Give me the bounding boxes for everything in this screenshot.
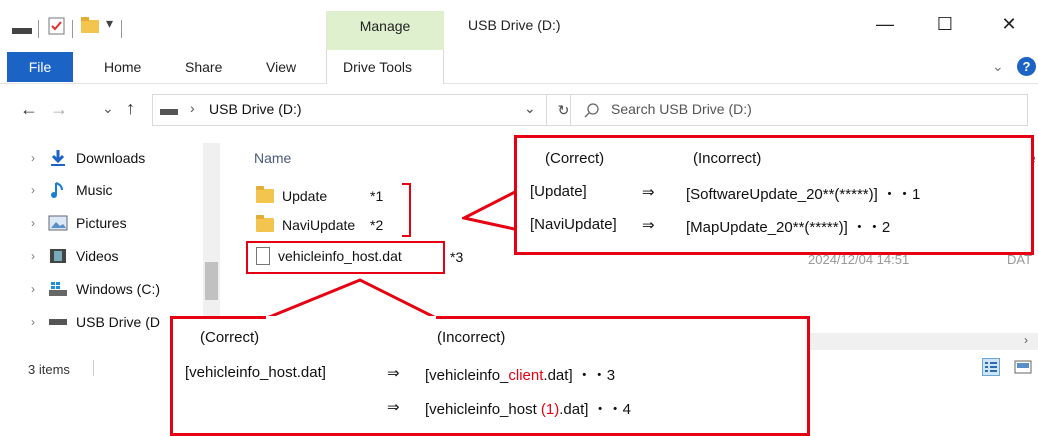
chevron-right-icon[interactable]: › [22, 183, 44, 197]
breadcrumb-usb-drive[interactable]: USB Drive (D:) [209, 101, 302, 117]
nav-label: Downloads [76, 150, 146, 166]
callout-top-join [517, 174, 523, 216]
bracket-shape [402, 183, 411, 237]
separator [93, 360, 94, 376]
callout-bottom-row1-incorrect: [vehicleinfo_client.dat] ・・3 [425, 364, 615, 385]
tab-file[interactable]: File [7, 52, 73, 82]
back-button[interactable]: ← [20, 99, 38, 120]
drive-icon [12, 28, 32, 34]
column-header-name[interactable]: Name [254, 150, 291, 166]
details-view-icon[interactable] [982, 358, 1000, 376]
nav-item-windows-c[interactable]: › Windows (C:) [0, 274, 210, 304]
download-arrow-icon [46, 149, 70, 167]
maximize-button[interactable]: ☐ [922, 8, 968, 40]
separator [38, 20, 39, 38]
separator [121, 20, 122, 38]
usb-drive-icon [46, 313, 70, 331]
callout-top-row1-correct: [Update] [530, 183, 587, 200]
row2-red-text: (1) [540, 401, 560, 418]
chevron-right-icon[interactable]: › [22, 151, 44, 165]
callout-top-row1-arrow: ⇒ [642, 184, 655, 201]
chevron-right-icon[interactable]: › [22, 282, 44, 296]
row2-pre-text: [vehicleinfo_host [425, 401, 541, 418]
folder-icon [256, 215, 274, 232]
tab-drive-tools[interactable]: Drive Tools [343, 59, 412, 75]
note-marker-3: *3 [450, 249, 464, 265]
minimize-button[interactable]: — [862, 8, 908, 40]
nav-label: Videos [76, 248, 119, 264]
nav-item-pictures[interactable]: › Pictures [0, 208, 210, 238]
scroll-right-icon[interactable]: › [1024, 333, 1028, 347]
forward-button[interactable]: → [50, 99, 68, 120]
nav-label: Music [76, 182, 113, 198]
customize-quick-access-icon[interactable]: ▾ [106, 15, 113, 32]
expand-ribbon-icon[interactable]: ⌄ [992, 58, 1004, 75]
callout-top-incorrect-header: (Incorrect) [693, 150, 762, 167]
file-name: Update [282, 188, 328, 204]
music-note-icon [46, 181, 70, 199]
properties-check-icon[interactable] [48, 16, 66, 36]
nav-item-videos[interactable]: › Videos [0, 241, 210, 271]
file-row-vehicleinfo[interactable]: vehicleinfo_host.dat [256, 247, 402, 265]
search-icon [584, 103, 599, 118]
row2-post-text: .dat] ・・4 [559, 401, 631, 418]
large-icons-view-icon[interactable] [1014, 360, 1032, 374]
file-row-update[interactable]: Update [256, 186, 328, 204]
breadcrumb-separator: › [190, 100, 195, 116]
callout-top-row2-arrow: ⇒ [642, 217, 655, 234]
callout-bottom-row2-arrow: ⇒ [387, 399, 400, 416]
callout-bottom-join [266, 316, 436, 321]
drive-icon [160, 109, 178, 115]
chevron-right-icon[interactable]: › [22, 216, 44, 230]
tab-view[interactable]: View [266, 59, 296, 75]
pictures-icon [46, 214, 70, 232]
tab-manage[interactable]: Manage [326, 18, 444, 34]
nav-label: Pictures [76, 215, 127, 231]
item-count: 3 items [28, 362, 70, 377]
callout-top-row1-incorrect: [SoftwareUpdate_20**(*****)] ・・1 [686, 186, 921, 203]
nav-item-downloads[interactable]: › Downloads [0, 143, 210, 173]
callout-bottom-row1-arrow: ⇒ [387, 365, 400, 382]
file-icon [256, 247, 270, 265]
row1-pre-text: [vehicleinfo_ [425, 367, 509, 384]
tab-home[interactable]: Home [104, 59, 141, 75]
file-name: NaviUpdate [282, 217, 356, 233]
callout-pointer-top [462, 187, 521, 232]
note-marker-1: *1 [370, 188, 384, 204]
separator [72, 20, 73, 38]
nav-label: Windows (C:) [76, 281, 161, 297]
callout-bottom-correct-header: (Correct) [200, 329, 260, 346]
file-row-naviupdate[interactable]: NaviUpdate [256, 215, 356, 233]
window-title: USB Drive (D:) [468, 17, 561, 33]
tab-share[interactable]: Share [185, 59, 222, 75]
up-button[interactable]: ↑ [126, 98, 135, 119]
callout-top-row2-correct: [NaviUpdate] [530, 216, 617, 233]
callout-top-row2-incorrect: [MapUpdate_20**(*****)] ・・2 [686, 219, 891, 236]
note-marker-2: *2 [370, 217, 384, 233]
ribbon-tabs [0, 50, 1038, 84]
recent-locations-button[interactable]: ⌄ [102, 100, 114, 117]
windows-drive-icon [46, 280, 70, 298]
callout-top-correct-header: (Correct) [545, 150, 605, 167]
row1-red-text: client [508, 367, 544, 384]
nav-item-music[interactable]: › Music [0, 175, 210, 205]
callout-bottom-row2-incorrect: [vehicleinfo_host (1).dat] ・・4 [425, 398, 631, 419]
chevron-right-icon[interactable]: › [22, 315, 44, 329]
nav-scrollbar-thumb[interactable] [205, 262, 218, 300]
callout-bottom-row1-correct: [vehicleinfo_host.dat] [185, 364, 326, 381]
callout-bottom-incorrect-header: (Incorrect) [437, 329, 506, 346]
row1-post-text: .dat] ・・3 [543, 367, 616, 384]
help-button[interactable]: ? [1017, 57, 1036, 76]
new-folder-icon[interactable] [80, 16, 100, 34]
folder-icon [256, 186, 274, 203]
nav-label: USB Drive (D [76, 314, 161, 330]
search-placeholder: Search USB Drive (D:) [611, 101, 752, 117]
address-dropdown-icon[interactable]: ⌄ [524, 100, 536, 117]
file-name: vehicleinfo_host.dat [278, 248, 402, 264]
close-button[interactable]: ✕ [986, 8, 1032, 40]
chevron-right-icon[interactable]: › [22, 249, 44, 263]
film-icon [46, 247, 70, 265]
